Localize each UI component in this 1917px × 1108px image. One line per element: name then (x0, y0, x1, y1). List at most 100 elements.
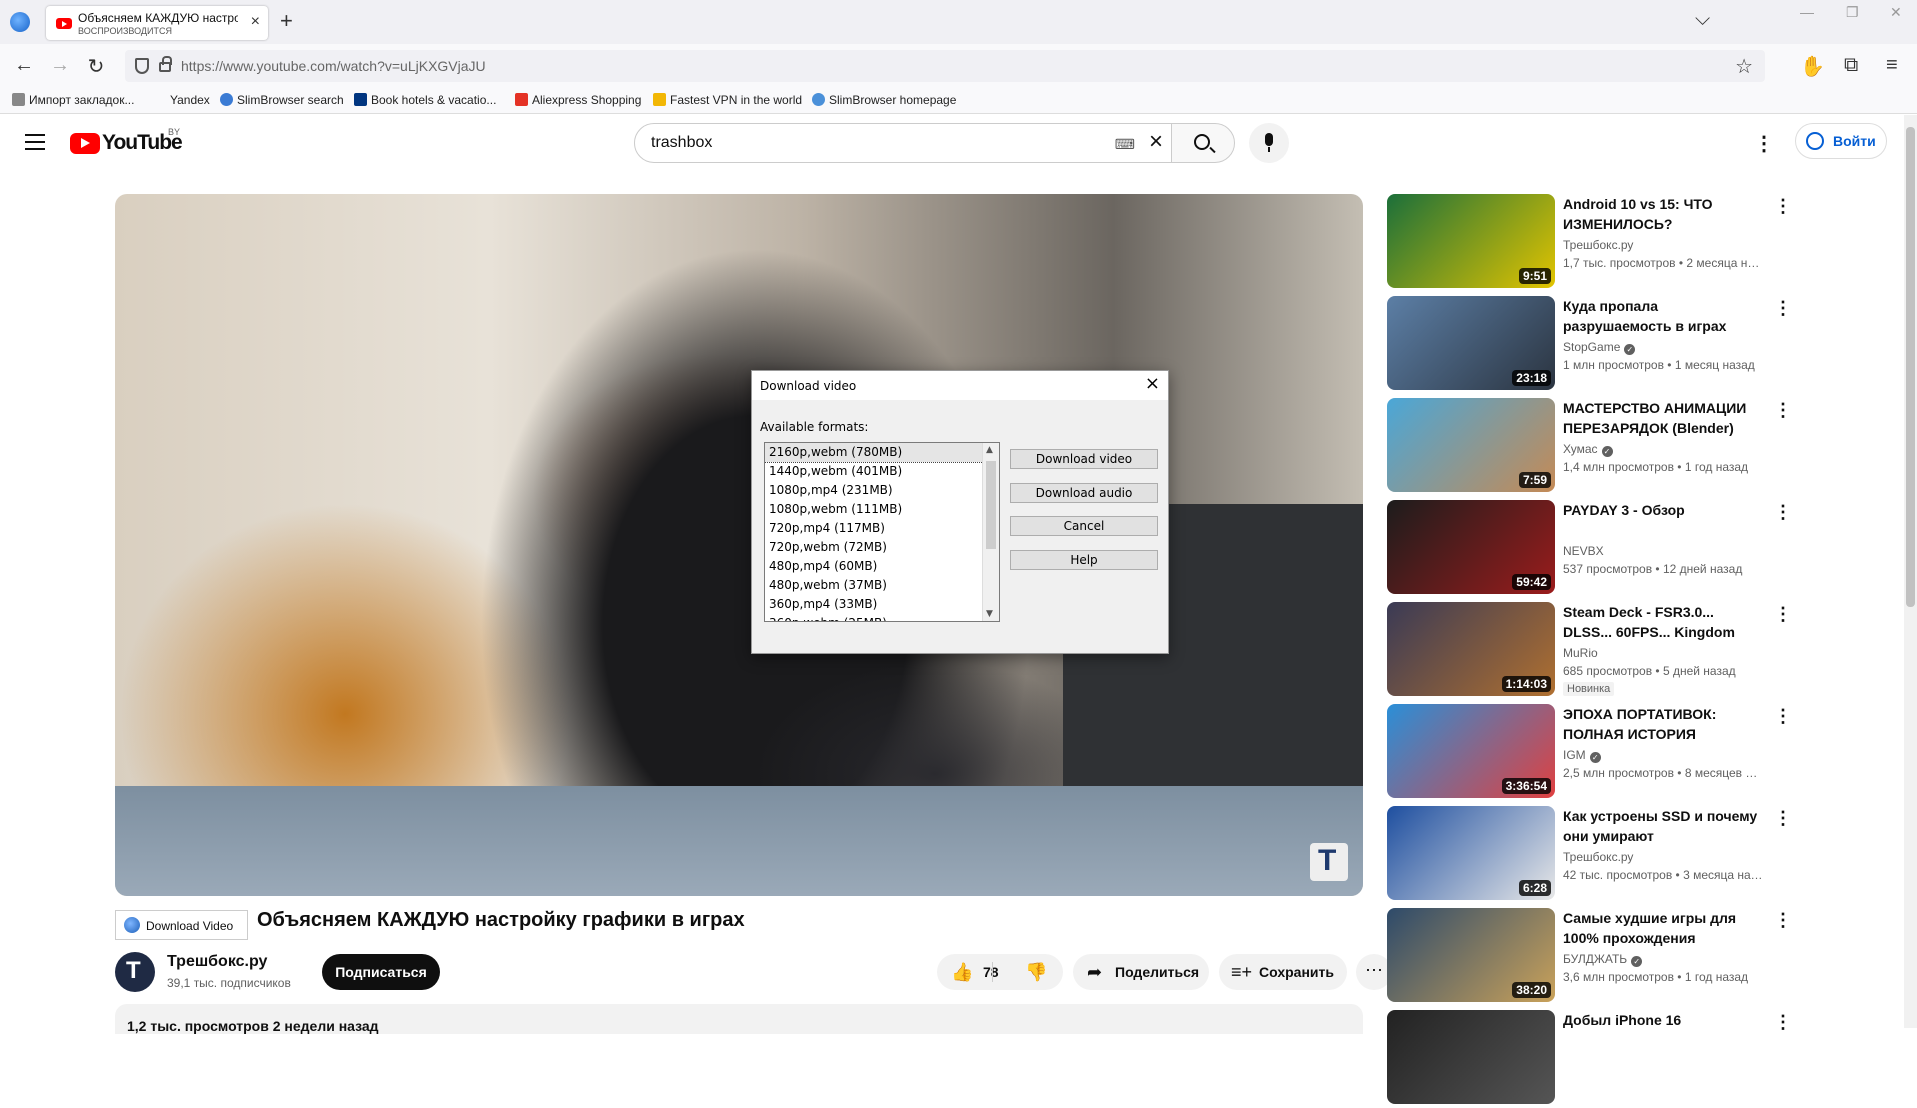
tab-close-icon[interactable]: × (251, 13, 260, 31)
more-vert-icon[interactable]: ⋮ (1774, 808, 1792, 829)
tab-list-chevron-icon[interactable]: ⌵ (1695, 8, 1710, 31)
recommended-video[interactable]: 3:36:54 ЭПОХА ПОРТАТИВОК: ПОЛНАЯ ИСТОРИЯ I… (1387, 704, 1797, 802)
channel-watermark-icon[interactable] (1310, 843, 1348, 881)
address-bar[interactable]: https://www.youtube.com/watch?v=uLjKXGVj… (125, 50, 1765, 82)
scroll-up-arrow-icon[interactable]: ▲ (986, 445, 993, 455)
thumbs-up-icon[interactable]: 👍 (951, 962, 973, 983)
channel-avatar[interactable] (115, 952, 155, 992)
format-option[interactable]: 720p,mp4 (117MB) (765, 519, 999, 538)
recommended-channel[interactable]: БУЛДЖАТЬ ✓ (1563, 952, 1643, 967)
format-option[interactable]: 2160p,webm (780MB) (765, 443, 999, 463)
format-option[interactable]: 480p,mp4 (60MB) (765, 557, 999, 576)
recommended-video[interactable]: 7:59 МАСТЕРСТВО АНИМАЦИИ ПЕРЕЗАРЯДОК (Ble… (1387, 398, 1797, 496)
youtube-logo[interactable]: YouTube BY (70, 127, 183, 155)
search-button[interactable] (1171, 123, 1235, 163)
share-button[interactable]: ➦ Поделиться (1073, 954, 1209, 990)
recommended-channel[interactable]: IGM ✓ (1563, 748, 1601, 763)
search-value[interactable]: trashbox (651, 134, 712, 152)
recommended-channel[interactable]: Хумас ✓ (1563, 442, 1613, 457)
back-arrow-icon[interactable]: ← (12, 54, 36, 77)
more-vert-icon[interactable]: ⋮ (1774, 706, 1792, 727)
sign-in-button[interactable]: Войти (1795, 123, 1887, 159)
recommended-video[interactable]: 1:14:03 Steam Deck - FSR3.0... DLSS... 60… (1387, 602, 1797, 700)
clear-search-icon[interactable]: × (1149, 128, 1163, 156)
recommended-video[interactable]: 6:28 Как устроены SSD и почему они умираю… (1387, 806, 1797, 904)
recommended-video[interactable]: 23:18 Куда пропала разрушаемость в играх S… (1387, 296, 1797, 394)
keyboard-icon[interactable]: ⌨ (1115, 136, 1135, 153)
more-vert-icon[interactable]: ⋮ (1774, 196, 1792, 217)
description-box[interactable]: 1,2 тыс. просмотров 2 недели назад (115, 1004, 1363, 1034)
recommended-title[interactable]: Куда пропала разрушаемость в играх (1563, 296, 1763, 336)
recommended-video[interactable]: 38:20 Самые худшие игры для 100% прохожде… (1387, 908, 1797, 1006)
recommended-channel[interactable]: Трешбокс.ру (1563, 850, 1633, 864)
browser-logo-icon[interactable] (10, 12, 30, 32)
subscribe-button[interactable]: Подписаться (322, 954, 440, 990)
thumbs-down-icon[interactable]: 👎 (1025, 962, 1047, 983)
download-audio-button[interactable]: Download audio (1010, 483, 1158, 503)
recommended-channel[interactable]: MuRio (1563, 646, 1598, 660)
bookmark-star-icon[interactable]: ☆ (1735, 54, 1753, 79)
channel-name[interactable]: Трешбокс.ру (167, 953, 267, 971)
forward-arrow-icon[interactable]: → (48, 54, 72, 77)
video-player[interactable] (115, 194, 1363, 896)
hand-icon[interactable]: ✋ (1800, 54, 1825, 79)
dialog-close-icon[interactable]: × (1145, 373, 1160, 394)
video-thumbnail[interactable]: 6:28 (1387, 806, 1555, 900)
format-option[interactable]: 1080p,mp4 (231MB) (765, 481, 999, 500)
recommended-video[interactable]: 9:51 Android 10 vs 15: ЧТО ИЗМЕНИЛОСЬ? Тре… (1387, 194, 1797, 292)
recommended-channel[interactable]: StopGame ✓ (1563, 340, 1636, 355)
menu-icon[interactable]: ≡ (1886, 54, 1898, 77)
more-vert-icon[interactable]: ⋮ (1774, 298, 1792, 319)
bookmark-slimbrowser-home[interactable]: SlimBrowser homepage (812, 93, 956, 107)
video-thumbnail[interactable]: 59:42 (1387, 500, 1555, 594)
more-vert-icon[interactable]: ⋮ (1774, 604, 1792, 625)
recommended-title[interactable]: Добыл iPhone 16 (1563, 1010, 1763, 1030)
video-thumbnail[interactable]: 3:36:54 (1387, 704, 1555, 798)
reload-icon[interactable]: ↻ (84, 54, 108, 79)
formats-listbox[interactable]: 2160p,webm (780MB) 1440p,webm (401MB) 1080… (764, 442, 1000, 622)
format-option[interactable]: 360p,mp4 (33MB) (765, 595, 999, 614)
restore-button[interactable]: ❐ (1846, 4, 1859, 21)
window-close-button[interactable]: ✕ (1890, 4, 1902, 21)
page-scrollbar[interactable] (1904, 115, 1917, 1028)
shield-icon[interactable] (135, 58, 149, 74)
new-tab-button[interactable]: + (280, 8, 293, 34)
video-thumbnail[interactable]: 23:18 (1387, 296, 1555, 390)
recommended-title[interactable]: Как устроены SSD и почему они умирают (1563, 806, 1763, 846)
voice-search-mic-icon[interactable] (1249, 123, 1289, 163)
recommended-title[interactable]: ЭПОХА ПОРТАТИВОК: ПОЛНАЯ ИСТОРИЯ (1563, 704, 1763, 744)
more-vert-icon[interactable]: ⋮ (1774, 1012, 1792, 1033)
scrollbar-thumb[interactable] (986, 461, 996, 549)
format-option[interactable]: 480p,webm (37MB) (765, 576, 999, 595)
recommended-title[interactable]: PAYDAY 3 - Обзор (1563, 500, 1763, 520)
hamburger-menu-icon[interactable] (25, 134, 45, 150)
video-thumbnail[interactable]: 1:14:03 (1387, 602, 1555, 696)
recommended-channel[interactable]: NEVBX (1563, 544, 1604, 558)
format-option[interactable]: 720p,webm (72MB) (765, 538, 999, 557)
download-video-chip[interactable]: Download Video (115, 910, 248, 940)
more-vert-icon[interactable]: ⋮ (1774, 502, 1792, 523)
more-vert-icon[interactable]: ⋮ (1774, 910, 1792, 931)
recommended-title[interactable]: Steam Deck - FSR3.0... DLSS... 60FPS... … (1563, 602, 1763, 642)
extensions-icon[interactable]: ⧉ (1844, 54, 1858, 77)
more-vert-icon[interactable]: ⋮ (1774, 400, 1792, 421)
recommended-title[interactable]: МАСТЕРСТВО АНИМАЦИИ ПЕРЕЗАРЯДОК (Blender… (1563, 398, 1763, 438)
recommended-video[interactable]: 59:42 PAYDAY 3 - Обзор NEVBX 537 просмотров… (1387, 500, 1797, 598)
video-thumbnail[interactable] (1387, 1010, 1555, 1104)
bookmark-vpn[interactable]: Fastest VPN in the world (653, 93, 802, 107)
lock-icon[interactable] (159, 56, 172, 72)
like-count[interactable]: 78 (983, 964, 999, 980)
url-text[interactable]: https://www.youtube.com/watch?v=uLjKXGVj… (181, 58, 486, 74)
recommended-title[interactable]: Android 10 vs 15: ЧТО ИЗМЕНИЛОСЬ? (1563, 194, 1763, 234)
recommended-channel[interactable]: Трешбокс.ру (1563, 238, 1633, 252)
recommended-video[interactable]: Добыл iPhone 16 ⋮ (1387, 1010, 1797, 1108)
download-video-button[interactable]: Download video (1010, 449, 1158, 469)
bookmark-aliexpress[interactable]: Aliexpress Shopping (515, 93, 641, 107)
format-option[interactable]: 1440p,webm (401MB) (765, 462, 999, 481)
page-scrollbar-thumb[interactable] (1906, 127, 1915, 607)
recommended-title[interactable]: Самые худшие игры для 100% прохождения (1563, 908, 1763, 948)
bookmark-slimbrowser-search[interactable]: SlimBrowser search (220, 93, 344, 107)
listbox-scrollbar[interactable]: ▲ ▼ (982, 443, 999, 621)
video-thumbnail[interactable]: 9:51 (1387, 194, 1555, 288)
settings-more-icon[interactable]: ⋮ (1754, 131, 1774, 156)
